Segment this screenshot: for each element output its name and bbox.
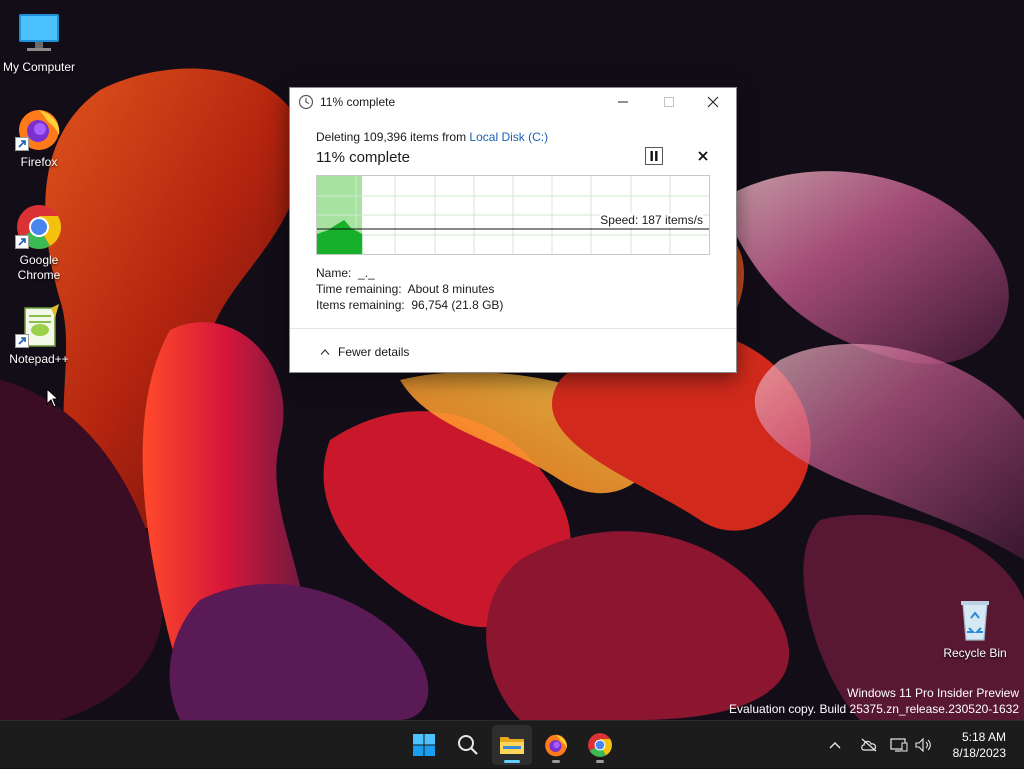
running-indicator (504, 760, 520, 763)
volume-icon (915, 737, 931, 753)
progress-heading-row: 11% complete (316, 147, 710, 171)
details-section: Name: _._ Time remaining: About 8 minute… (316, 265, 710, 313)
taskbar-firefox[interactable] (536, 725, 576, 765)
show-hidden-icons-button[interactable] (828, 721, 842, 769)
watermark-build: Evaluation copy. Build 25375.zn_release.… (729, 702, 1019, 716)
desktop-icon-label: Google Chrome (17, 253, 61, 282)
name-label: Name: (316, 266, 352, 280)
desktop-icon-label: Recycle Bin (943, 646, 1007, 660)
time-remaining-label: Time remaining: (316, 282, 402, 296)
pause-button[interactable] (645, 147, 663, 165)
network-icon (890, 738, 908, 752)
progress-graph: Speed: 187 items/s (316, 175, 710, 255)
desktop-icon-firefox[interactable]: Firefox (1, 105, 77, 170)
fewer-details-button[interactable]: Fewer details (320, 345, 409, 359)
close-icon (707, 96, 719, 108)
desktop-icon-label: Notepad++ (9, 352, 69, 366)
pause-icon (650, 151, 658, 161)
time-remaining-value: About 8 minutes (407, 282, 495, 296)
deleting-text: Deleting 109,396 items from (316, 130, 470, 144)
speed-label: Speed: 187 items/s (600, 213, 703, 227)
items-remaining-label: Items remaining: (316, 298, 405, 312)
firefox-icon (545, 734, 567, 757)
cloud-offline-icon (861, 738, 877, 752)
close-button[interactable] (690, 88, 736, 116)
shortcut-arrow-icon (15, 137, 29, 151)
maximize-icon (664, 97, 674, 107)
volume-button[interactable] (915, 721, 933, 769)
dialog-separator (290, 328, 736, 329)
shortcut-arrow-icon (15, 334, 29, 348)
minimize-button[interactable] (600, 88, 646, 116)
taskbar-clock[interactable]: 5:18 AM 8/18/2023 (953, 729, 1006, 761)
cancel-button[interactable] (698, 148, 708, 164)
taskbar-file-explorer[interactable] (492, 725, 532, 765)
source-location-link[interactable]: Local Disk (C:) (469, 130, 548, 144)
progress-heading: 11% complete (316, 149, 410, 166)
computer-icon (15, 10, 63, 58)
desktop-icon-notepad-plus-plus[interactable]: Notepad++ (1, 302, 77, 367)
taskbar-chrome[interactable] (580, 725, 620, 765)
file-explorer-icon (500, 737, 524, 754)
desktop-icon-recycle-bin[interactable]: Recycle Bin (937, 596, 1013, 661)
desktop-icon-label: My Computer (2, 60, 76, 74)
items-remaining-row: Items remaining: 96,754 (21.8 GB) (316, 297, 710, 313)
running-indicator (552, 760, 560, 763)
shortcut-arrow-icon (15, 235, 29, 249)
chrome-icon (588, 733, 612, 757)
name-row: Name: _._ (316, 265, 710, 281)
network-button[interactable] (890, 721, 908, 769)
taskbar: 5:18 AM 8/18/2023 (0, 720, 1024, 768)
fewer-details-label: Fewer details (338, 345, 410, 359)
clock-icon (298, 94, 314, 110)
maximize-button (646, 88, 692, 116)
chevron-up-icon (320, 349, 330, 355)
dialog-titlebar[interactable]: 11% complete (290, 88, 736, 116)
chrome-icon (15, 203, 63, 251)
notepad-plus-plus-icon (15, 302, 63, 350)
start-icon (413, 734, 435, 756)
deleting-summary: Deleting 109,396 items from Local Disk (… (316, 130, 710, 144)
search-icon (458, 735, 478, 755)
desktop-icon-google-chrome[interactable]: Google Chrome (1, 203, 77, 283)
minimize-icon (618, 101, 628, 103)
chevron-up-icon (829, 742, 841, 749)
onedrive-button[interactable] (860, 721, 878, 769)
firefox-icon (15, 105, 63, 153)
cancel-icon (698, 151, 708, 161)
dialog-title: 11% complete (320, 95, 396, 109)
watermark-edition: Windows 11 Pro Insider Preview (847, 686, 1019, 700)
delete-progress-dialog: 11% complete Deleting 109,396 items from… (289, 87, 737, 373)
name-value: _._ (358, 266, 375, 280)
recycle-bin-icon (951, 596, 999, 644)
start-button[interactable] (404, 725, 444, 765)
desktop-icon-label: Firefox (20, 155, 58, 169)
windows-watermark: Windows 11 Pro Insider Preview Evaluatio… (729, 685, 1019, 717)
clock-date: 8/18/2023 (952, 746, 1006, 760)
time-remaining-row: Time remaining: About 8 minutes (316, 281, 710, 297)
desktop-icon-my-computer[interactable]: My Computer (1, 10, 77, 75)
items-remaining-value: 96,754 (21.8 GB) (411, 298, 504, 312)
mouse-cursor-icon (46, 388, 60, 408)
taskbar-search-button[interactable] (448, 725, 488, 765)
running-indicator (596, 760, 604, 763)
clock-time: 5:18 AM (961, 730, 1006, 744)
